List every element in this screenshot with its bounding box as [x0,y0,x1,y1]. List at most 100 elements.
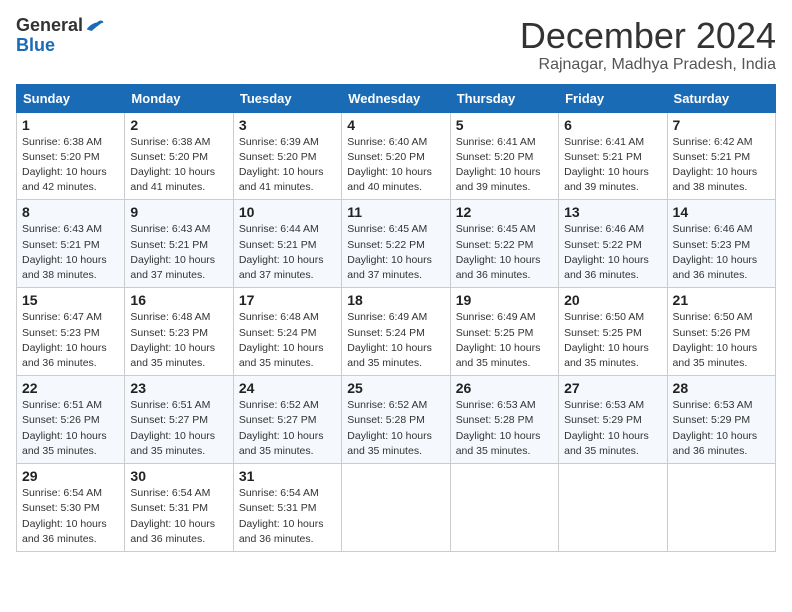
day-number: 23 [130,380,227,396]
day-info: Sunrise: 6:39 AM Sunset: 5:20 PM Dayligh… [239,135,336,196]
table-row: 26 Sunrise: 6:53 AM Sunset: 5:28 PM Dayl… [450,376,558,464]
table-row [667,464,775,552]
day-number: 18 [347,292,444,308]
calendar-week-row: 29 Sunrise: 6:54 AM Sunset: 5:30 PM Dayl… [17,464,776,552]
day-number: 31 [239,468,336,484]
day-info: Sunrise: 6:53 AM Sunset: 5:29 PM Dayligh… [564,398,661,459]
day-number: 20 [564,292,661,308]
day-number: 22 [22,380,119,396]
header-monday: Monday [125,84,233,112]
day-number: 4 [347,117,444,133]
day-number: 5 [456,117,553,133]
table-row: 27 Sunrise: 6:53 AM Sunset: 5:29 PM Dayl… [559,376,667,464]
day-number: 21 [673,292,770,308]
day-number: 9 [130,204,227,220]
table-row: 23 Sunrise: 6:51 AM Sunset: 5:27 PM Dayl… [125,376,233,464]
table-row [559,464,667,552]
day-info: Sunrise: 6:51 AM Sunset: 5:26 PM Dayligh… [22,398,119,459]
table-row: 13 Sunrise: 6:46 AM Sunset: 5:22 PM Dayl… [559,200,667,288]
table-row: 29 Sunrise: 6:54 AM Sunset: 5:30 PM Dayl… [17,464,125,552]
table-row: 10 Sunrise: 6:44 AM Sunset: 5:21 PM Dayl… [233,200,341,288]
table-row: 3 Sunrise: 6:39 AM Sunset: 5:20 PM Dayli… [233,112,341,200]
table-row [342,464,450,552]
table-row: 25 Sunrise: 6:52 AM Sunset: 5:28 PM Dayl… [342,376,450,464]
table-row: 31 Sunrise: 6:54 AM Sunset: 5:31 PM Dayl… [233,464,341,552]
day-info: Sunrise: 6:47 AM Sunset: 5:23 PM Dayligh… [22,310,119,371]
day-number: 13 [564,204,661,220]
page-header: General Blue December 2024 Rajnagar, Mad… [16,16,776,74]
day-info: Sunrise: 6:50 AM Sunset: 5:25 PM Dayligh… [564,310,661,371]
calendar-week-row: 15 Sunrise: 6:47 AM Sunset: 5:23 PM Dayl… [17,288,776,376]
logo-text-blue: Blue [16,35,55,55]
day-number: 30 [130,468,227,484]
table-row: 24 Sunrise: 6:52 AM Sunset: 5:27 PM Dayl… [233,376,341,464]
day-number: 19 [456,292,553,308]
table-row: 9 Sunrise: 6:43 AM Sunset: 5:21 PM Dayli… [125,200,233,288]
page-title: December 2024 [520,16,776,56]
day-number: 25 [347,380,444,396]
logo: General Blue [16,16,105,56]
day-info: Sunrise: 6:38 AM Sunset: 5:20 PM Dayligh… [22,135,119,196]
day-info: Sunrise: 6:43 AM Sunset: 5:21 PM Dayligh… [130,222,227,283]
day-info: Sunrise: 6:40 AM Sunset: 5:20 PM Dayligh… [347,135,444,196]
day-info: Sunrise: 6:44 AM Sunset: 5:21 PM Dayligh… [239,222,336,283]
day-info: Sunrise: 6:46 AM Sunset: 5:22 PM Dayligh… [564,222,661,283]
day-number: 2 [130,117,227,133]
calendar-week-row: 1 Sunrise: 6:38 AM Sunset: 5:20 PM Dayli… [17,112,776,200]
day-number: 7 [673,117,770,133]
weekday-header-row: Sunday Monday Tuesday Wednesday Thursday… [17,84,776,112]
day-info: Sunrise: 6:48 AM Sunset: 5:23 PM Dayligh… [130,310,227,371]
table-row: 30 Sunrise: 6:54 AM Sunset: 5:31 PM Dayl… [125,464,233,552]
table-row: 11 Sunrise: 6:45 AM Sunset: 5:22 PM Dayl… [342,200,450,288]
table-row: 16 Sunrise: 6:48 AM Sunset: 5:23 PM Dayl… [125,288,233,376]
logo-text-general: General [16,16,83,36]
day-number: 8 [22,204,119,220]
day-info: Sunrise: 6:53 AM Sunset: 5:28 PM Dayligh… [456,398,553,459]
table-row: 5 Sunrise: 6:41 AM Sunset: 5:20 PM Dayli… [450,112,558,200]
calendar-table: Sunday Monday Tuesday Wednesday Thursday… [16,84,776,552]
day-number: 27 [564,380,661,396]
day-number: 28 [673,380,770,396]
day-number: 16 [130,292,227,308]
table-row: 18 Sunrise: 6:49 AM Sunset: 5:24 PM Dayl… [342,288,450,376]
table-row: 4 Sunrise: 6:40 AM Sunset: 5:20 PM Dayli… [342,112,450,200]
day-number: 1 [22,117,119,133]
header-thursday: Thursday [450,84,558,112]
title-section: December 2024 Rajnagar, Madhya Pradesh, … [520,16,776,74]
calendar-week-row: 8 Sunrise: 6:43 AM Sunset: 5:21 PM Dayli… [17,200,776,288]
calendar-week-row: 22 Sunrise: 6:51 AM Sunset: 5:26 PM Dayl… [17,376,776,464]
day-number: 17 [239,292,336,308]
table-row: 7 Sunrise: 6:42 AM Sunset: 5:21 PM Dayli… [667,112,775,200]
day-info: Sunrise: 6:49 AM Sunset: 5:25 PM Dayligh… [456,310,553,371]
header-sunday: Sunday [17,84,125,112]
header-saturday: Saturday [667,84,775,112]
day-info: Sunrise: 6:45 AM Sunset: 5:22 PM Dayligh… [347,222,444,283]
day-info: Sunrise: 6:46 AM Sunset: 5:23 PM Dayligh… [673,222,770,283]
day-info: Sunrise: 6:50 AM Sunset: 5:26 PM Dayligh… [673,310,770,371]
table-row: 15 Sunrise: 6:47 AM Sunset: 5:23 PM Dayl… [17,288,125,376]
day-number: 26 [456,380,553,396]
day-number: 10 [239,204,336,220]
day-info: Sunrise: 6:45 AM Sunset: 5:22 PM Dayligh… [456,222,553,283]
day-info: Sunrise: 6:54 AM Sunset: 5:31 PM Dayligh… [130,486,227,547]
day-number: 6 [564,117,661,133]
table-row: 19 Sunrise: 6:49 AM Sunset: 5:25 PM Dayl… [450,288,558,376]
day-info: Sunrise: 6:54 AM Sunset: 5:30 PM Dayligh… [22,486,119,547]
day-number: 11 [347,204,444,220]
day-info: Sunrise: 6:54 AM Sunset: 5:31 PM Dayligh… [239,486,336,547]
day-info: Sunrise: 6:51 AM Sunset: 5:27 PM Dayligh… [130,398,227,459]
day-number: 29 [22,468,119,484]
day-info: Sunrise: 6:41 AM Sunset: 5:21 PM Dayligh… [564,135,661,196]
day-info: Sunrise: 6:53 AM Sunset: 5:29 PM Dayligh… [673,398,770,459]
table-row: 28 Sunrise: 6:53 AM Sunset: 5:29 PM Dayl… [667,376,775,464]
table-row: 14 Sunrise: 6:46 AM Sunset: 5:23 PM Dayl… [667,200,775,288]
day-number: 15 [22,292,119,308]
table-row: 22 Sunrise: 6:51 AM Sunset: 5:26 PM Dayl… [17,376,125,464]
table-row: 1 Sunrise: 6:38 AM Sunset: 5:20 PM Dayli… [17,112,125,200]
table-row [450,464,558,552]
table-row: 2 Sunrise: 6:38 AM Sunset: 5:20 PM Dayli… [125,112,233,200]
table-row: 17 Sunrise: 6:48 AM Sunset: 5:24 PM Dayl… [233,288,341,376]
day-number: 14 [673,204,770,220]
day-info: Sunrise: 6:52 AM Sunset: 5:27 PM Dayligh… [239,398,336,459]
table-row: 21 Sunrise: 6:50 AM Sunset: 5:26 PM Dayl… [667,288,775,376]
